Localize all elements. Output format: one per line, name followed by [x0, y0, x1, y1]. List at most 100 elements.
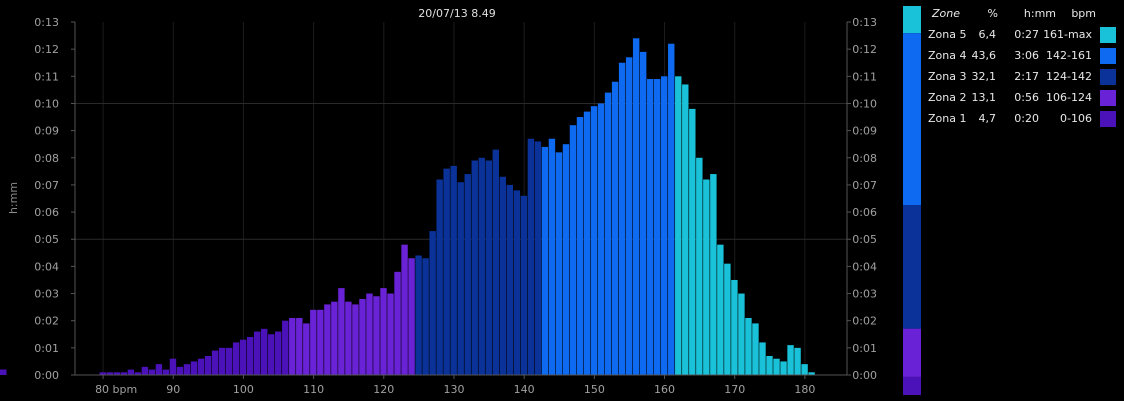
legend-row-zona-1: Zona 1 4,7 0:20 0-106: [926, 110, 1122, 131]
legend-swatch: [1100, 48, 1116, 64]
legend-zone-pct: 6,4: [978, 28, 997, 41]
histogram-bar: [534, 141, 542, 375]
legend-header: Zone % h:mm bpm: [926, 5, 1122, 26]
histogram-bar: [162, 369, 170, 375]
y-tick-label-right: 0:00: [852, 369, 877, 382]
histogram-bar: [380, 288, 387, 375]
histogram-bar: [759, 342, 766, 375]
histogram-bar: [169, 358, 177, 375]
histogram-bar: [794, 347, 801, 375]
x-tick-label: 170: [724, 383, 745, 396]
histogram-bar: [211, 350, 219, 375]
histogram-bar: [443, 168, 450, 375]
y-tick-label: 0:02: [34, 315, 59, 328]
histogram-bar: [183, 364, 191, 375]
histogram-bar: [232, 342, 240, 375]
histogram-bar: [429, 231, 436, 375]
x-tick-label: 100: [233, 383, 254, 396]
histogram-bar: [569, 125, 577, 376]
histogram-bar: [317, 309, 324, 375]
legend-zone-name: Zona 3: [928, 70, 967, 83]
y-tick-label-right: 0:10: [852, 97, 877, 110]
y-tick-label: 0:13: [34, 16, 59, 29]
histogram-bar: [141, 366, 149, 375]
histogram-bar: [0, 372, 7, 375]
histogram-bar: [555, 152, 563, 375]
y-tick-label: 0:12: [34, 43, 59, 56]
y-tick-label-right: 0:11: [852, 70, 877, 83]
histogram-bar: [682, 84, 689, 375]
histogram-bar: [801, 364, 808, 375]
y-tick-label: 0:00: [34, 369, 59, 382]
legend-swatch: [1100, 27, 1116, 43]
histogram-bar: [478, 157, 485, 375]
chart-title: 20/07/13 8.49: [418, 7, 495, 20]
histogram-bar: [289, 317, 296, 375]
y-tick-label-right: 0:09: [852, 125, 877, 138]
y-tick-label: 0:06: [34, 206, 59, 219]
y-tick-label-right: 0:03: [852, 288, 877, 301]
histogram-bar: [639, 51, 647, 376]
histogram-bar: [457, 182, 464, 375]
histogram-bar: [661, 76, 668, 375]
y-tick-label: 0:09: [34, 125, 59, 138]
legend-header-time: h:mm: [1023, 7, 1056, 20]
histogram-bar: [415, 255, 422, 375]
legend-row-zona-3: Zona 3 32,1 2:17 124-142: [926, 68, 1122, 89]
histogram-bar: [506, 184, 514, 375]
y-ticks-left: 0:00 0:01 0:02 0:03 0:04 0:05 0:06 0:07 0:08 0:09…: [34, 16, 75, 382]
y-tick-label-right: 0:01: [852, 342, 877, 355]
x-tick-label: 120: [373, 383, 394, 396]
y-tick-label: 0:05: [34, 233, 59, 246]
x-tick-label: 150: [584, 383, 605, 396]
histogram-bar: [520, 195, 528, 375]
y-tick-label: 0:10: [34, 97, 59, 110]
y-tick-label: 0:08: [34, 152, 59, 165]
histogram-bar: [471, 160, 478, 375]
histogram-bar: [436, 179, 443, 375]
legend-header-pct: %: [987, 7, 998, 20]
histogram-bar: [710, 174, 717, 375]
y-ticks-right: 0:00 0:01 0:02 0:03 0:04 0:05 0:06 0:07 0:08 0:09…: [847, 16, 877, 382]
x-tick-label: 180: [794, 383, 815, 396]
x-tick-label: 130: [443, 383, 464, 396]
histogram-bar: [583, 111, 591, 376]
histogram-bar: [394, 271, 401, 375]
legend-row-zona-5: Zona 5 6,4 0:27 161-max: [926, 26, 1122, 47]
histogram-bar: [246, 336, 254, 375]
y-tick-label-right: 0:04: [852, 260, 877, 273]
histogram-bar: [548, 138, 556, 375]
y-tick-label: 0:07: [34, 179, 59, 192]
histogram-bar: [513, 190, 521, 375]
histogram-bar: [176, 366, 184, 375]
legend-zone-name: Zona 2: [928, 91, 967, 104]
histogram-bar: [268, 334, 275, 375]
histogram-bar: [646, 79, 654, 376]
histogram-bar: [253, 331, 261, 375]
zone-bar-segment: [903, 33, 921, 206]
histogram-bar: [148, 369, 156, 375]
histogram-bar: [717, 244, 724, 375]
histogram-bar: [204, 355, 212, 375]
histogram-bar: [282, 320, 289, 375]
histogram-bar: [618, 62, 626, 375]
histogram-bar: [632, 38, 640, 375]
zone-bar-segment: [903, 376, 921, 395]
histogram-bar: [597, 103, 605, 376]
histogram-bar: [225, 347, 233, 375]
zone-bar-segment: [903, 6, 921, 34]
y-tick-label: 0:03: [34, 288, 59, 301]
histogram-bar: [696, 157, 703, 375]
histogram-bar: [331, 301, 338, 375]
histogram-bar: [541, 146, 549, 375]
histogram-bar: [303, 323, 310, 375]
legend-zone-bpm: 0-106: [1060, 112, 1092, 125]
y-tick-label-right: 0:13: [852, 16, 877, 29]
histogram-bar: [752, 323, 759, 375]
legend-header-zone: Zone: [932, 7, 961, 20]
y-tick-label: 0:11: [34, 70, 59, 83]
legend-zone-pct: 4,7: [978, 112, 997, 125]
y-tick-label: 0:01: [34, 342, 59, 355]
histogram-bar: [324, 304, 331, 375]
histogram-bar: [218, 347, 226, 375]
